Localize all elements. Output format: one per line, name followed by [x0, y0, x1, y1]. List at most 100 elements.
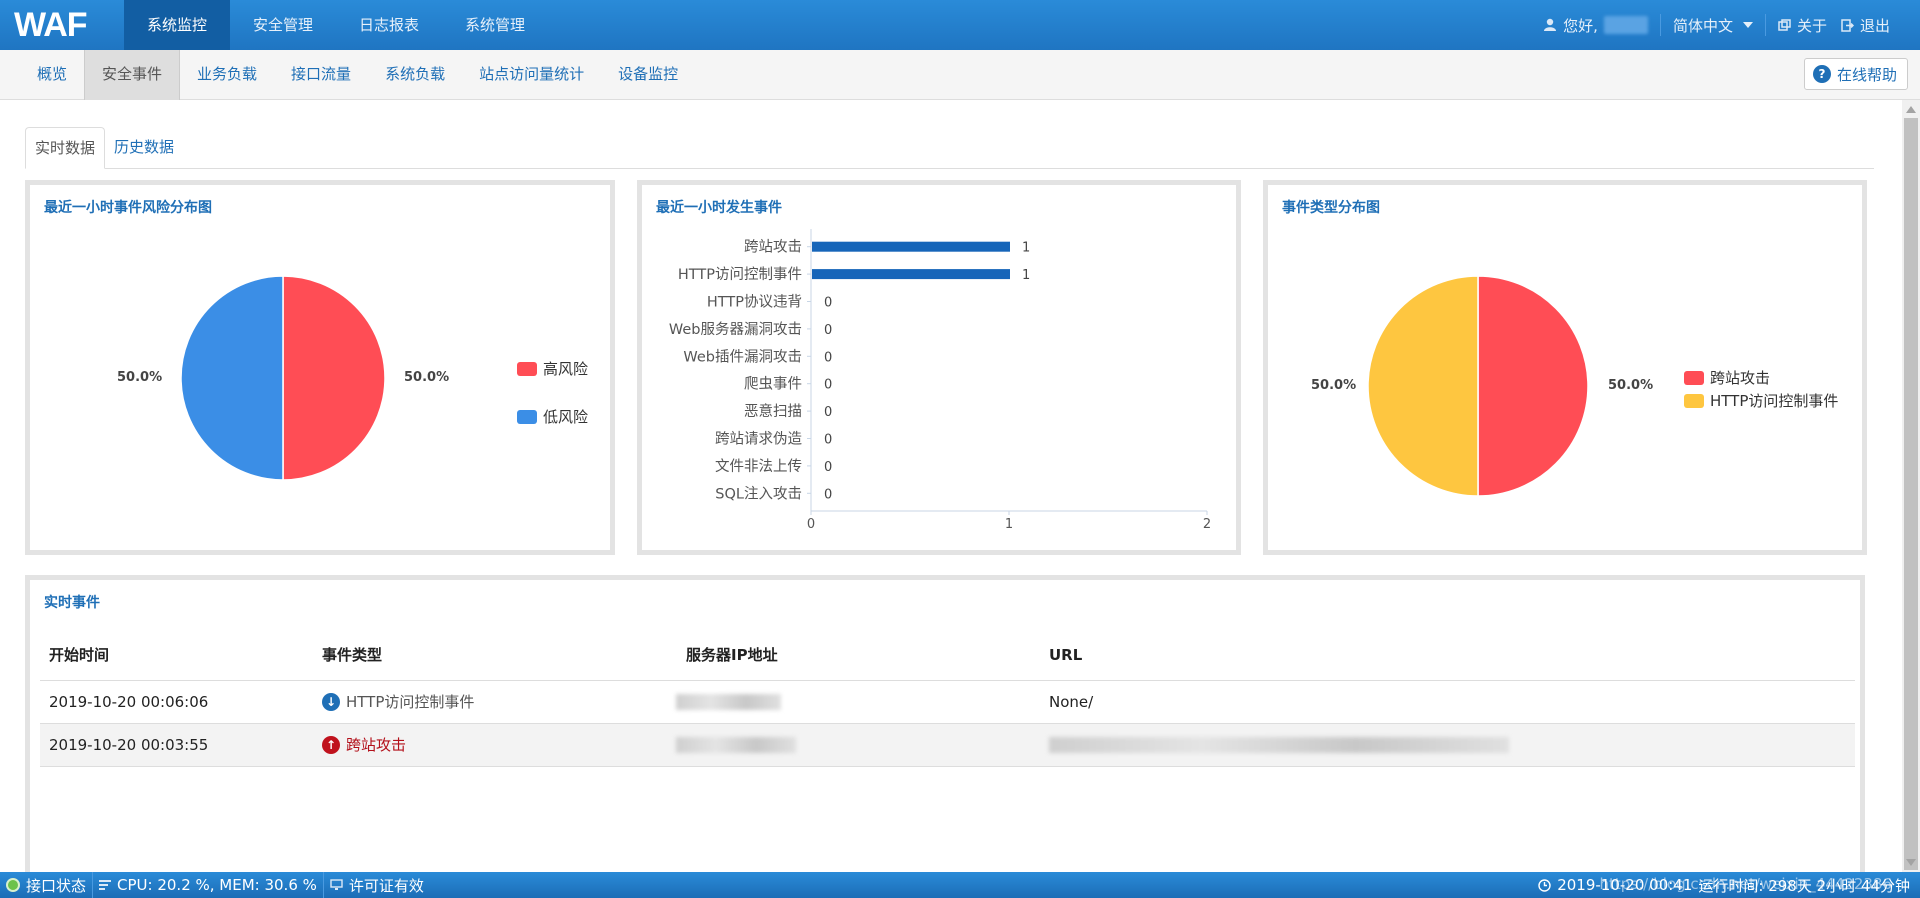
- y-tick-label: 跨站攻击: [744, 239, 802, 256]
- data-tabs: 实时数据 历史数据: [25, 127, 1874, 169]
- bar-value-label: 0: [824, 487, 832, 502]
- realtime-events-panel: 实时事件 开始时间 事件类型 服务器IP地址 URL 2019-10-20 00…: [25, 575, 1865, 875]
- ip-blurred: [676, 694, 781, 710]
- interface-status[interactable]: 接口状态: [0, 872, 94, 898]
- y-tick-label: HTTP访问控制事件: [678, 266, 802, 283]
- nav-log-report[interactable]: 日志报表: [336, 0, 442, 50]
- table-row[interactable]: 2019-10-20 00:03:55 ↑ 跨站攻击: [40, 723, 1855, 767]
- bar-value-label: 1: [1022, 241, 1030, 256]
- legend-low-risk[interactable]: 低风险: [517, 406, 588, 427]
- about-link[interactable]: 关于: [1778, 15, 1827, 36]
- help-icon: ?: [1812, 65, 1831, 83]
- col-url[interactable]: URL: [1040, 630, 1855, 681]
- subnav-site-visits[interactable]: 站点访问量统计: [462, 50, 601, 100]
- tab-history[interactable]: 历史数据: [105, 127, 183, 169]
- pie-slice-2[interactable]: [180, 275, 284, 481]
- bar-value-label: 0: [824, 350, 832, 365]
- panel-title: 实时事件: [44, 595, 100, 611]
- cell-ip: [676, 680, 1040, 724]
- external-window-icon: [1778, 18, 1791, 31]
- pie-label-high: 50.0%: [404, 370, 450, 385]
- online-help-button[interactable]: ? 在线帮助: [1803, 58, 1908, 90]
- x-tick-label: 2: [1203, 517, 1211, 532]
- legend-swatch: [517, 361, 537, 376]
- pie-slice-2[interactable]: [1367, 275, 1479, 497]
- arrow-up-circle-icon: ↑: [322, 735, 340, 754]
- bar-value-label: 0: [824, 433, 832, 448]
- menu-lines-icon: [99, 880, 112, 890]
- cpu-mem-status: CPU: 20.2 %, MEM: 30.6 %: [93, 872, 324, 898]
- tab-realtime[interactable]: 实时数据: [25, 127, 106, 169]
- greeting-text: 您好,: [1563, 16, 1598, 35]
- arrow-down-circle-icon: ↓: [322, 692, 340, 711]
- cell-type: ↑ 跨站攻击: [313, 723, 677, 767]
- top-navbar: WAF 系统监控 安全管理 日志报表 系统管理 您好, 简体中文 关于 退出: [0, 0, 1920, 50]
- table-header-row: 开始时间 事件类型 服务器IP地址 URL: [40, 630, 1855, 681]
- vertical-scrollbar[interactable]: [1902, 100, 1920, 872]
- clock-icon: [1538, 878, 1551, 892]
- bar-value-label: 0: [824, 323, 832, 338]
- x-tick-label: 1: [1005, 517, 1013, 532]
- subnav-business-load[interactable]: 业务负载: [180, 50, 274, 100]
- user-greeting[interactable]: 您好,: [1543, 15, 1648, 36]
- sub-navbar: 概览 安全事件 业务负载 接口流量 系统负载 站点访问量统计 设备监控 ? 在线…: [0, 50, 1920, 100]
- legend-http-access[interactable]: HTTP访问控制事件: [1684, 390, 1838, 411]
- pie-label-left: 50.0%: [1311, 378, 1357, 393]
- table-row[interactable]: 2019-10-20 00:06:06 ↓ HTTP访问控制事件 None/: [40, 680, 1855, 724]
- pie-slice-1[interactable]: [1477, 275, 1589, 497]
- language-dropdown[interactable]: 简体中文: [1673, 15, 1753, 36]
- events-bar-chart: 跨站攻击 1 HTTP访问控制事件 1 HTTP协议违背 0 Web服务器漏洞攻击 0 Web插…: [669, 229, 1211, 532]
- legend-high-risk[interactable]: 高风险: [517, 358, 588, 379]
- y-tick-label: 爬虫事件: [744, 376, 802, 393]
- nav-system-management[interactable]: 系统管理: [442, 0, 548, 50]
- bar-value-label: 0: [824, 296, 832, 311]
- status-bar: 接口状态 CPU: 20.2 %, MEM: 30.6 % 许可证有效 2019…: [0, 872, 1920, 898]
- legend-label: 高风险: [543, 360, 589, 378]
- about-label: 关于: [1796, 16, 1827, 35]
- logout-link[interactable]: 退出: [1841, 15, 1890, 36]
- y-tick-label: Web插件漏洞攻击: [683, 348, 802, 365]
- y-tick-label: 文件非法上传: [715, 458, 802, 475]
- subnav-device-monitor[interactable]: 设备监控: [601, 50, 695, 100]
- username-blurred: [1603, 16, 1648, 34]
- legend-label: HTTP访问控制事件: [1710, 392, 1839, 410]
- y-tick-label: SQL注入攻击: [715, 485, 802, 502]
- cell-url: None/: [1040, 680, 1855, 724]
- col-event-type[interactable]: 事件类型: [313, 630, 677, 681]
- logout-label: 退出: [1859, 16, 1890, 35]
- pie-label-right: 50.0%: [1608, 378, 1654, 393]
- legend-xss[interactable]: 跨站攻击: [1684, 367, 1770, 388]
- legend-label: 低风险: [543, 408, 589, 426]
- bar-value-label: 0: [824, 378, 832, 393]
- legend-swatch: [517, 409, 537, 424]
- cell-time: 2019-10-20 00:03:55: [40, 723, 313, 767]
- user-area: 您好, 简体中文 关于 退出: [1543, 0, 1890, 50]
- main-nav: 系统监控 安全管理 日志报表 系统管理: [124, 0, 548, 50]
- pie-slice-1[interactable]: [282, 275, 386, 481]
- col-start-time[interactable]: 开始时间: [40, 630, 313, 681]
- scroll-down-icon[interactable]: [1906, 859, 1916, 866]
- user-icon: [1544, 18, 1557, 31]
- bar[interactable]: [812, 241, 1010, 252]
- event-type-panel: 事件类型分布图 50.0% 50.0% 跨站攻击 HTTP访问控制事件: [1263, 180, 1867, 555]
- subnav-security-events[interactable]: 安全事件: [84, 50, 181, 100]
- status-ok-icon: [6, 878, 20, 892]
- subnav-overview[interactable]: 概览: [20, 50, 84, 100]
- subnav-interface-traffic[interactable]: 接口流量: [274, 50, 368, 100]
- y-tick-label: Web服务器漏洞攻击: [669, 321, 802, 338]
- cell-time: 2019-10-20 00:06:06: [40, 680, 313, 724]
- event-type-label: 跨站攻击: [346, 736, 407, 754]
- cell-url: [1040, 723, 1855, 767]
- bar[interactable]: [812, 269, 1010, 280]
- ip-blurred: [676, 737, 796, 753]
- scrollbar-thumb[interactable]: [1904, 118, 1918, 870]
- subnav-system-load[interactable]: 系统负载: [368, 50, 462, 100]
- logout-icon: [1841, 18, 1854, 32]
- help-label: 在线帮助: [1836, 65, 1897, 84]
- event-type-pie-chart: [1367, 275, 1589, 497]
- nav-security-management[interactable]: 安全管理: [230, 0, 336, 50]
- scroll-up-icon[interactable]: [1906, 106, 1916, 113]
- col-server-ip[interactable]: 服务器IP地址: [677, 630, 1040, 681]
- language-label: 简体中文: [1672, 16, 1733, 35]
- nav-system-monitor[interactable]: 系统监控: [124, 0, 231, 50]
